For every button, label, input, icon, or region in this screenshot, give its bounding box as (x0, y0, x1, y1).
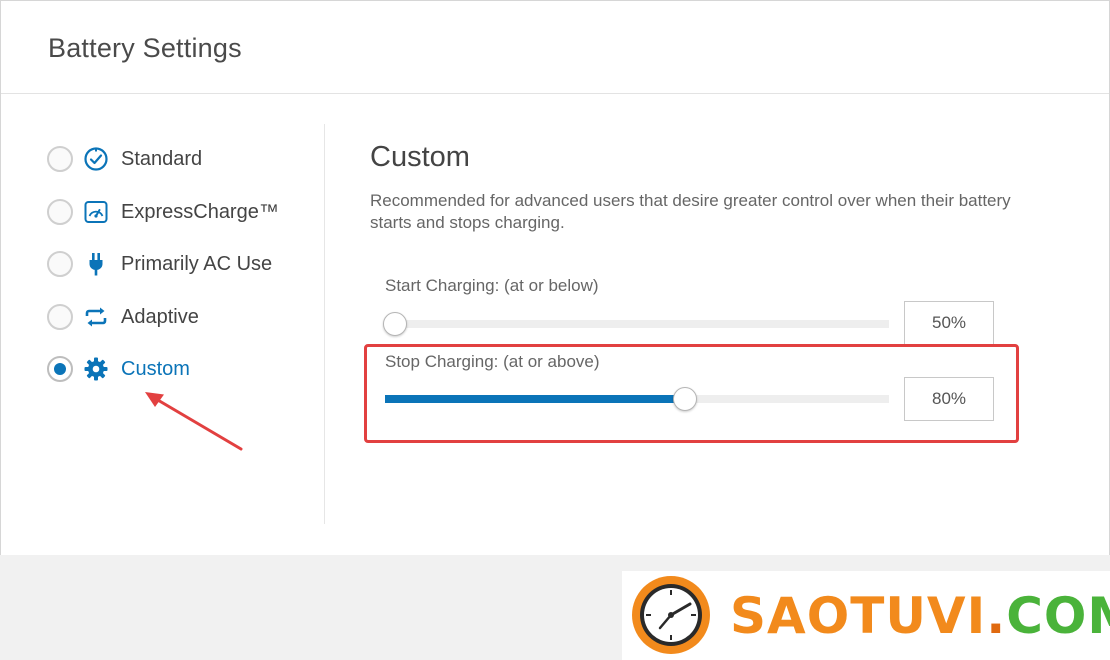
content-description: Recommended for advanced users that desi… (370, 191, 1011, 232)
start-charging-slider[interactable] (383, 312, 889, 336)
radio-primarily-ac[interactable] (47, 251, 73, 277)
content-title: Custom (370, 141, 470, 173)
watermark-main: SAOTUVI (730, 587, 987, 645)
standard-clock-check-icon (83, 146, 109, 172)
panel-divider (324, 124, 325, 524)
mode-label: Standard (121, 147, 203, 170)
mode-expresscharge[interactable]: ExpressCharge™ (47, 197, 279, 227)
radio-adaptive[interactable] (47, 304, 73, 330)
mode-label: Custom (121, 357, 190, 380)
watermark-com: COM (1006, 587, 1110, 645)
custom-gear-icon (83, 356, 109, 382)
mode-label: ExpressCharge™ (121, 200, 279, 223)
express-charge-gauge-icon (83, 199, 109, 225)
clock-logo-icon (632, 576, 710, 654)
window-title: Battery Settings (48, 33, 242, 63)
mode-primarily-ac[interactable]: Primarily AC Use (47, 249, 272, 279)
adaptive-arrows-icon (83, 304, 109, 330)
radio-custom[interactable] (47, 356, 73, 382)
mode-label: Primarily AC Use (121, 252, 273, 275)
mode-adaptive[interactable]: Adaptive (47, 302, 199, 332)
watermark: SAOTUVI.COM (622, 571, 1110, 660)
mode-standard[interactable]: Standard (47, 144, 202, 174)
radio-standard[interactable] (47, 146, 73, 172)
watermark-dot: . (986, 587, 1007, 645)
ac-plug-icon (83, 251, 109, 277)
annotation-highlight-box (364, 344, 1019, 443)
mode-label: Adaptive (121, 305, 199, 328)
annotation-arrow-icon (145, 392, 243, 451)
start-charging-label: Start Charging: (at or below) (385, 276, 599, 295)
mode-custom[interactable]: Custom (47, 354, 190, 384)
battery-settings-window: Battery Settings Standard ExpressCharge™ (0, 0, 1110, 555)
title-bar: Battery Settings (1, 1, 1109, 94)
start-charging-value[interactable]: 50% (904, 301, 994, 345)
watermark-text: SAOTUVI.COM (730, 587, 1110, 645)
start-charging-thumb[interactable] (383, 312, 407, 336)
radio-expresscharge[interactable] (47, 199, 73, 225)
